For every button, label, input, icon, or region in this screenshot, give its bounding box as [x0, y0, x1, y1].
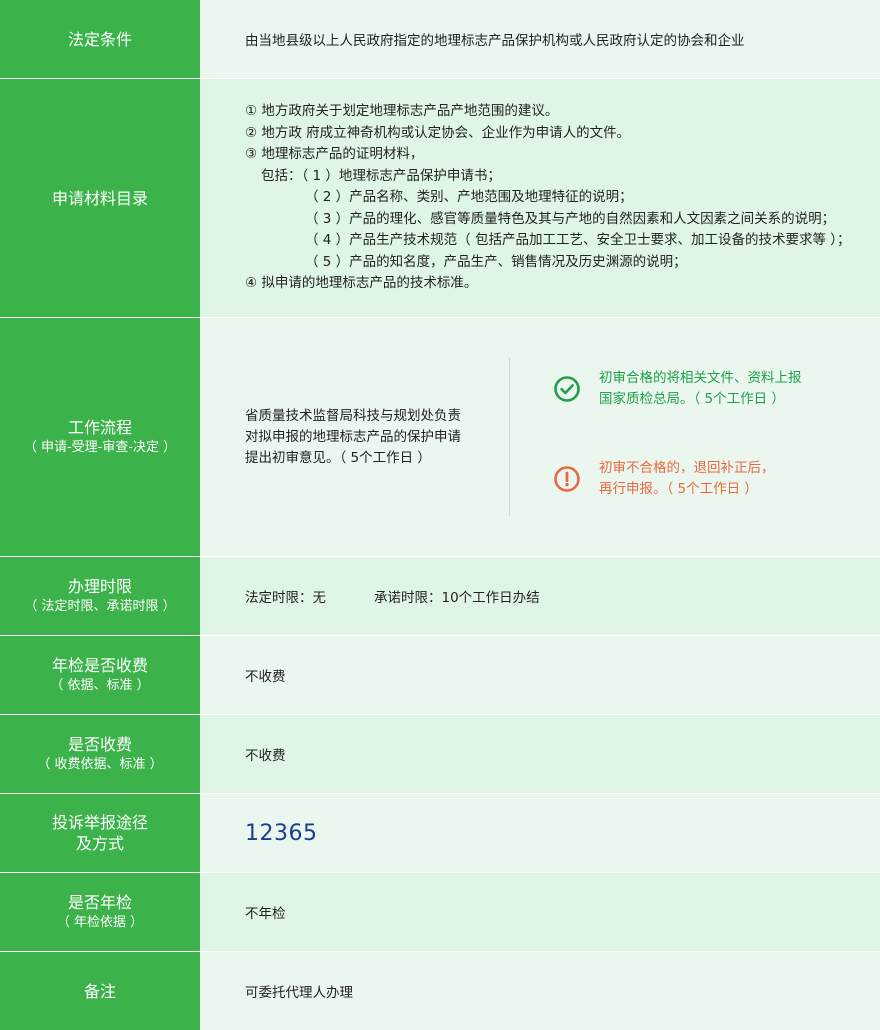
step-line: 省质量技术监督局科技与规划处负责 [245, 407, 461, 424]
label-title: 申请材料目录 [51, 188, 148, 208]
row-content: 不收费 [200, 636, 880, 714]
list-item: （ 3 ）产品的理化、感官等质量特色及其与产地的自然因素和人文因素之间关系的说明… [305, 210, 836, 227]
outcome-pass: 初审合格的将相关文件、资料上报 国家质检总局。（ 5个工作日 ） [553, 368, 802, 410]
remarks-text: 可委托代理人办理 [245, 985, 353, 1001]
list-item: （ 4 ）产品生产技术规范（ 包括产品加工工艺、安全卫士要求、加工设备的技术要求… [305, 232, 851, 249]
outcome-line: 国家质检总局。（ 5个工作日 ） [599, 391, 785, 407]
annual-fee-text: 不收费 [245, 669, 286, 685]
row-content: 省质量技术监督局科技与规划处负责 对拟申报的地理标志产品的保护申请 提出初审意见… [200, 318, 880, 556]
list-item: ③ 地理标志产品的证明材料， [245, 146, 424, 163]
label-subtitle: （ 法定时限、承诺时限 ） [24, 599, 176, 614]
label-subtitle: （ 年检依据 ） [56, 915, 144, 930]
info-table: 法定条件 由当地县级以上人民政府指定的地理标志产品保护机构或人民政府认定的协会和… [0, 0, 880, 1030]
label-subtitle: （ 申请-受理-审查-决定 ） [23, 440, 177, 455]
complaint-hotline[interactable]: 12365 [245, 821, 318, 846]
label-subtitle: （ 依据、标准 ） [50, 678, 150, 693]
workflow-step: 省质量技术监督局科技与规划处负责 对拟申报的地理标志产品的保护申请 提出初审意见… [245, 406, 510, 469]
row-annual-check: 是否年检 （ 年检依据 ） 不年检 [0, 873, 880, 952]
fee-text: 不收费 [245, 748, 286, 764]
row-label: 申请材料目录 [0, 79, 200, 317]
row-content: 由当地县级以上人民政府指定的地理标志产品保护机构或人民政府认定的协会和企业 [200, 0, 880, 78]
promise-limit-text: 承诺时限：10个工作日办结 [374, 590, 540, 606]
row-label: 工作流程 （ 申请-受理-审查-决定 ） [0, 318, 200, 556]
list-item: ① 地方政府关于划定地理标志产品产地范围的建议。 [245, 103, 559, 120]
label-title: 是否年检 [67, 893, 132, 912]
label-title: 投诉举报途径 [51, 813, 148, 832]
time-limits: 法定时限：无 承诺时限：10个工作日办结 [245, 586, 540, 606]
outcome-fail: 初审不合格的，退回补正后， 再行申报。（ 5个工作日 ） [553, 458, 775, 500]
row-label: 备注 [0, 952, 200, 1030]
list-item: （ 5 ）产品的知名度，产品生产、销售情况及历史渊源的说明； [305, 253, 687, 270]
row-label: 是否年检 （ 年检依据 ） [0, 873, 200, 951]
label-title: 年检是否收费 [51, 656, 148, 675]
step-line: 对拟申报的地理标志产品的保护申请 [245, 428, 461, 445]
row-materials: 申请材料目录 ① 地方政府关于划定地理标志产品产地范围的建议。 ② 地方政 府成… [0, 79, 880, 318]
annual-check-text: 不年检 [245, 906, 286, 922]
row-time-limit: 办理时限 （ 法定时限、承诺时限 ） 法定时限：无 承诺时限：10个工作日办结 [0, 557, 880, 636]
row-remarks: 备注 可委托代理人办理 [0, 952, 880, 1030]
outcome-line: 初审不合格的，退回补正后， [599, 460, 775, 476]
outcome-text: 初审合格的将相关文件、资料上报 国家质检总局。（ 5个工作日 ） [599, 368, 802, 410]
row-label: 年检是否收费 （ 依据、标准 ） [0, 636, 200, 714]
label-title: 工作流程 [67, 418, 132, 437]
row-annual-fee: 年检是否收费 （ 依据、标准 ） 不收费 [0, 636, 880, 715]
outcome-text: 初审不合格的，退回补正后， 再行申报。（ 5个工作日 ） [599, 458, 775, 500]
row-content: ① 地方政府关于划定地理标志产品产地范围的建议。 ② 地方政 府成立神奇机构或认… [200, 79, 880, 317]
row-content: 不年检 [200, 873, 880, 951]
row-label: 办理时限 （ 法定时限、承诺时限 ） [0, 557, 200, 635]
label-title: 及方式 [75, 834, 124, 853]
row-content: 法定时限：无 承诺时限：10个工作日办结 [200, 557, 880, 635]
label-title: 办理时限 [67, 577, 132, 596]
exclamation-circle-icon [554, 466, 580, 492]
row-fee: 是否收费 （ 收费依据、标准 ） 不收费 [0, 715, 880, 794]
workflow-diagram: 省质量技术监督局科技与规划处负责 对拟申报的地理标志产品的保护申请 提出初审意见… [245, 318, 880, 556]
outcome-line: 再行申报。（ 5个工作日 ） [599, 481, 758, 497]
list-item: ④ 拟申请的地理标志产品的技术标准。 [245, 275, 478, 292]
list-item: ② 地方政 府成立神奇机构或认定协会、企业作为申请人的文件。 [245, 124, 631, 141]
label-title: 是否收费 [67, 735, 132, 754]
step-line: 提出初审意见。（ 5个工作日 ） [245, 449, 431, 466]
row-complaint: 投诉举报途径 及方式 12365 [0, 794, 880, 873]
label-title: 法定条件 [67, 29, 132, 49]
label-title: 备注 [83, 981, 116, 1001]
row-content: 不收费 [200, 715, 880, 793]
row-content: 可委托代理人办理 [200, 952, 880, 1030]
list-item: （ 2 ）产品名称、类别、产地范围及地理特征的说明； [305, 189, 633, 206]
row-label: 是否收费 （ 收费依据、标准 ） [0, 715, 200, 793]
check-circle-icon [554, 376, 580, 402]
label-subtitle: （ 收费依据、标准 ） [37, 757, 163, 772]
row-workflow: 工作流程 （ 申请-受理-审查-决定 ） 省质量技术监督局科技与规划处负责 对拟… [0, 318, 880, 557]
legal-conditions-text: 由当地县级以上人民政府指定的地理标志产品保护机构或人民政府认定的协会和企业 [245, 33, 745, 49]
row-legal-conditions: 法定条件 由当地县级以上人民政府指定的地理标志产品保护机构或人民政府认定的协会和… [0, 0, 880, 79]
row-content: 12365 [200, 794, 880, 872]
legal-limit-text: 法定时限：无 [245, 590, 326, 606]
row-label: 投诉举报途径 及方式 [0, 794, 200, 872]
materials-list: ① 地方政府关于划定地理标志产品产地范围的建议。 ② 地方政 府成立神奇机构或认… [245, 101, 851, 295]
outcome-line: 初审合格的将相关文件、资料上报 [599, 370, 802, 386]
workflow-divider [509, 358, 510, 516]
list-item: 包括：（ 1 ）地理标志产品保护申请书； [261, 167, 501, 184]
row-label: 法定条件 [0, 0, 200, 78]
